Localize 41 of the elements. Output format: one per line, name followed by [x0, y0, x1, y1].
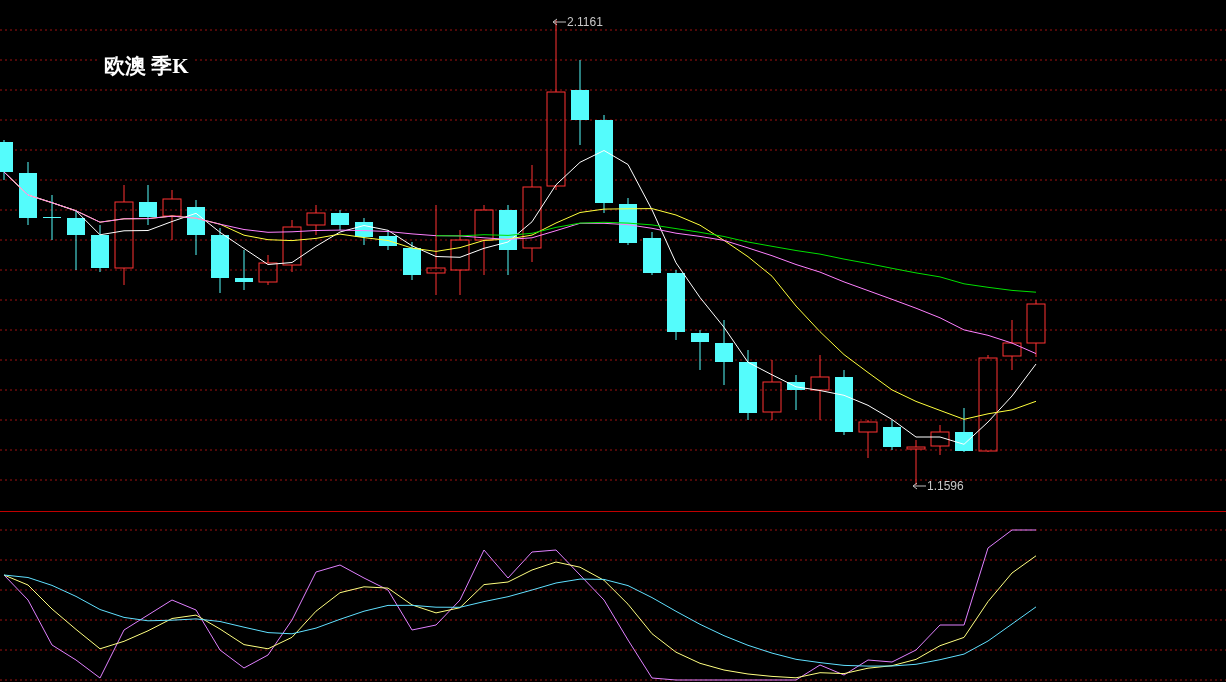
candlestick — [883, 419, 901, 451]
candlestick — [162, 189, 182, 241]
candlestick — [0, 139, 13, 181]
candlestick — [450, 229, 470, 296]
candlestick — [835, 369, 853, 436]
candlestick — [787, 374, 805, 411]
candlestick — [91, 224, 109, 273]
candlestick — [499, 204, 517, 276]
candlestick — [235, 249, 253, 291]
candlestick — [211, 227, 229, 294]
candlestick — [739, 349, 757, 421]
price-label: 2.1161 — [567, 15, 603, 29]
candlestick — [691, 329, 709, 371]
candlestick — [258, 254, 278, 286]
candlestick — [715, 319, 733, 386]
chart-title: 欧澳 季K — [100, 52, 193, 80]
candlestick — [955, 407, 973, 453]
candlestick — [643, 231, 661, 276]
candlestick — [331, 209, 349, 231]
candlestick — [282, 219, 302, 273]
candlestick — [43, 194, 61, 241]
candlestick — [139, 184, 157, 226]
candlestick — [306, 204, 326, 236]
arrow-icon — [912, 482, 926, 490]
candlestick — [355, 217, 373, 246]
arrow-icon — [552, 18, 566, 26]
candlestick — [379, 229, 397, 251]
candlestick — [667, 269, 685, 341]
candlestick — [906, 439, 926, 486]
candlestick — [1002, 319, 1022, 371]
price-label: 1.1596 — [927, 479, 964, 493]
candlestick — [187, 199, 205, 256]
candlestick — [858, 419, 878, 459]
candlestick — [1026, 299, 1046, 358]
candlestick — [762, 359, 782, 421]
candlestick — [403, 241, 421, 281]
candlestick — [930, 424, 950, 456]
candlestick — [810, 354, 830, 421]
candlestick — [67, 209, 85, 271]
candlestick — [19, 161, 37, 226]
candlestick — [474, 204, 494, 276]
